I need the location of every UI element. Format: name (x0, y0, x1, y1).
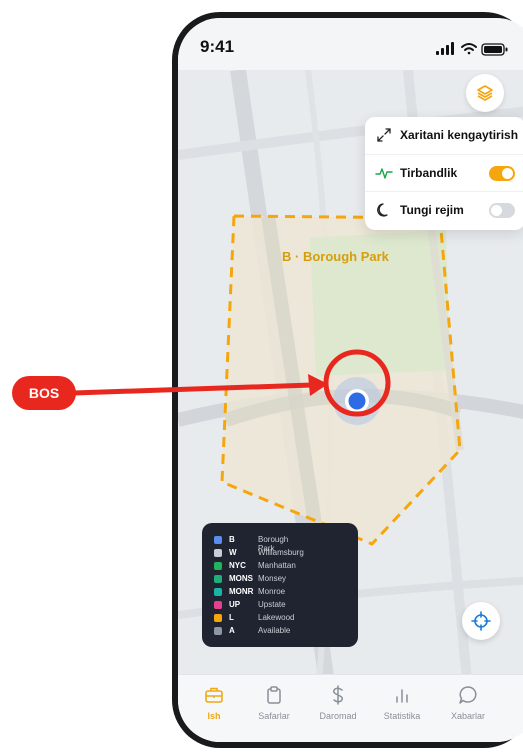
menu-item-label: Tirbandlik (400, 166, 458, 180)
signal-icon (436, 42, 454, 55)
legend-code: MONR (229, 587, 254, 596)
tab-ish[interactable]: Ish (182, 685, 246, 735)
legend-name: Lakewood (258, 613, 295, 622)
zone-label: B · Borough Park (282, 249, 389, 264)
legend-swatch (214, 549, 222, 557)
tab-statistika[interactable]: Statistika (370, 685, 434, 735)
current-location-marker (333, 377, 381, 425)
tab-label: Xabarlar (450, 711, 486, 721)
legend-swatch (214, 536, 222, 544)
legend-name: Manhattan (258, 561, 296, 570)
menu-item-traffic[interactable]: Tirbandlik (365, 154, 523, 191)
menu-item-expand-map[interactable]: Xaritani kengaytirish (365, 117, 523, 153)
annotation-badge: BOS (12, 376, 76, 410)
chat-bubble-icon (459, 686, 477, 704)
traffic-toggle[interactable] (489, 166, 515, 181)
tab-label: Ish (207, 711, 221, 721)
toggle-knob (502, 168, 513, 179)
expand-icon (377, 128, 391, 142)
bar-chart-icon (396, 689, 408, 703)
dollar-icon (332, 685, 344, 705)
night-mode-toggle[interactable] (489, 203, 515, 218)
toggle-knob (491, 205, 502, 216)
legend-code: B (229, 535, 235, 544)
status-icons (436, 42, 508, 56)
legend-code: NYC (229, 561, 246, 570)
layers-menu: Xaritani kengaytirish Tirbandlik Tungi r… (365, 117, 523, 230)
traffic-pulse-icon (375, 168, 393, 179)
tab-daromad[interactable]: Daromad (306, 685, 370, 735)
legend-code: W (229, 548, 237, 557)
briefcase-icon (205, 687, 223, 703)
legend-name: Williamsburg (258, 548, 304, 557)
legend-swatch (214, 575, 222, 583)
legend-name: Upstate (258, 600, 286, 609)
legend-name: Available (258, 626, 291, 635)
crosshair-icon (471, 611, 491, 631)
status-bar: 9:41 (178, 18, 523, 70)
map-legend: B Borough Park W Williamsburg NYC Manhat… (202, 523, 358, 647)
legend-code: UP (229, 600, 241, 609)
locate-me-button[interactable] (462, 602, 500, 640)
tab-bar: Ish Safarlar Daromad Statistika Xabarlar (178, 674, 523, 742)
legend-swatch (214, 614, 222, 622)
legend-swatch (214, 627, 222, 635)
menu-item-label: Xaritani kengaytirish (400, 128, 519, 142)
legend-code: MONS (229, 574, 253, 583)
legend-swatch (214, 588, 222, 596)
tab-xabarlar[interactable]: Xabarlar (436, 685, 500, 735)
tab-label: Statistika (383, 711, 421, 721)
legend-code: A (229, 626, 235, 635)
tab-safarlar[interactable]: Safarlar (242, 685, 306, 735)
battery-icon (481, 43, 508, 56)
legend-name: Monsey (258, 574, 287, 583)
legend-name: Monroe (258, 587, 286, 596)
clipboard-icon (267, 686, 281, 704)
layers-icon (477, 85, 493, 101)
legend-swatch (214, 562, 222, 570)
status-time: 9:41 (200, 37, 235, 56)
wifi-icon (461, 43, 477, 55)
tab-label: Safarlar (258, 711, 290, 721)
legend-code: L (229, 613, 234, 622)
moon-icon (377, 203, 388, 217)
tab-label: Daromad (319, 711, 357, 721)
menu-item-label: Tungi rejim (400, 203, 464, 217)
legend-swatch (214, 601, 222, 609)
menu-item-night-mode[interactable]: Tungi rejim (365, 191, 523, 228)
layers-button[interactable] (466, 74, 504, 112)
app-screen: 9:41 B · Borough Park Xaritani kengaytir… (178, 18, 523, 742)
